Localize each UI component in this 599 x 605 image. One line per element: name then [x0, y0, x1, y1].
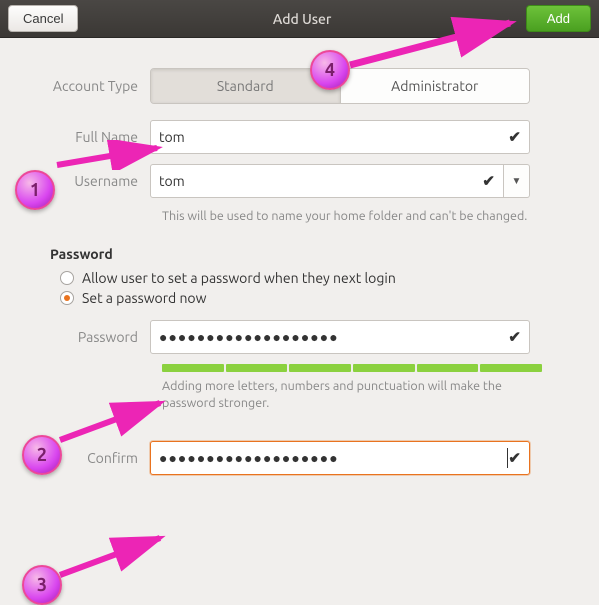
username-input[interactable]: tom ✔ — [150, 164, 504, 198]
check-icon: ✔ — [482, 172, 495, 190]
password-helper-text: Adding more letters, numbers and punctua… — [162, 378, 542, 413]
full-name-input[interactable]: tom ✔ — [150, 120, 530, 154]
radio-set-now[interactable]: Set a password now — [60, 290, 569, 306]
password-label: Password — [30, 329, 150, 345]
titlebar: Cancel Add User Add — [0, 0, 599, 38]
radio-icon — [60, 291, 74, 305]
check-icon: ✔ — [508, 449, 521, 467]
username-combo: tom ✔ ▼ — [150, 164, 530, 198]
annotation-badge-4: 4 — [310, 50, 350, 90]
username-row: Username tom ✔ ▼ — [30, 164, 569, 198]
annotation-badge-2: 2 — [22, 435, 62, 475]
username-dropdown-button[interactable]: ▼ — [504, 164, 530, 198]
chevron-down-icon: ▼ — [512, 175, 522, 187]
account-type-label: Account Type — [30, 78, 150, 94]
full-name-value: tom — [159, 129, 508, 145]
username-helper-text: This will be used to name your home fold… — [162, 208, 542, 226]
strength-segment — [289, 364, 351, 372]
full-name-row: Full Name tom ✔ — [30, 120, 569, 154]
confirm-row: Confirm ●●●●●●●●●●●●●●●●●●● ✔ — [30, 441, 569, 475]
check-icon: ✔ — [508, 328, 521, 346]
annotation-arrow-3 — [55, 530, 175, 580]
radio-icon — [60, 271, 74, 285]
annotation-badge-3: 3 — [22, 565, 62, 605]
password-value: ●●●●●●●●●●●●●●●●●●● — [159, 330, 508, 344]
annotation-badge-1: 1 — [15, 170, 55, 210]
strength-segment — [226, 364, 288, 372]
strength-segment — [480, 364, 542, 372]
add-button[interactable]: Add — [526, 5, 591, 32]
radio-next-login[interactable]: Allow user to set a password when they n… — [60, 270, 569, 286]
password-strength-meter — [162, 364, 542, 372]
radio-set-now-label: Set a password now — [82, 290, 206, 306]
password-section-title: Password — [50, 246, 569, 262]
strength-segment — [353, 364, 415, 372]
account-type-administrator[interactable]: Administrator — [340, 69, 530, 103]
dialog-content: Account Type Standard Administrator Full… — [0, 38, 599, 495]
check-icon: ✔ — [508, 128, 521, 146]
confirm-input[interactable]: ●●●●●●●●●●●●●●●●●●● ✔ — [150, 441, 530, 475]
password-input[interactable]: ●●●●●●●●●●●●●●●●●●● ✔ — [150, 320, 530, 354]
radio-next-login-label: Allow user to set a password when they n… — [82, 270, 396, 286]
strength-segment — [417, 364, 479, 372]
confirm-value: ●●●●●●●●●●●●●●●●●●● — [159, 451, 506, 465]
username-value: tom — [159, 173, 482, 189]
full-name-label: Full Name — [30, 129, 150, 145]
account-type-row: Account Type Standard Administrator — [30, 68, 569, 104]
strength-segment — [162, 364, 224, 372]
password-row: Password ●●●●●●●●●●●●●●●●●●● ✔ — [30, 320, 569, 354]
dialog-title: Add User — [78, 11, 525, 27]
cancel-button[interactable]: Cancel — [8, 5, 78, 32]
